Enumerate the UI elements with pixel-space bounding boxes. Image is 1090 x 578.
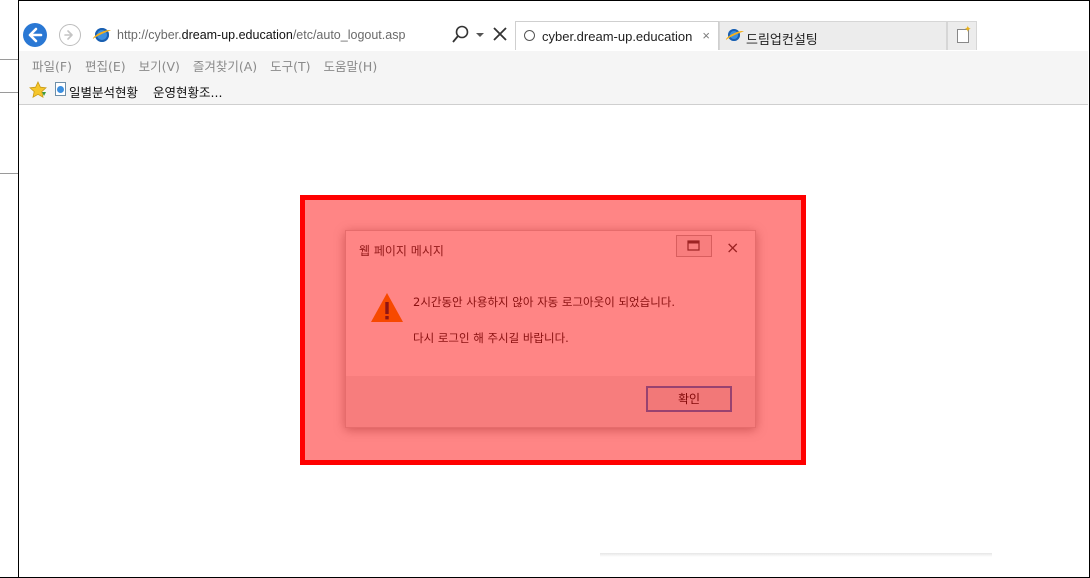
back-button[interactable] bbox=[23, 23, 47, 47]
new-tab-spark-icon: ✦ bbox=[964, 25, 972, 35]
url-host: dream-up.education bbox=[181, 28, 293, 42]
page-shadow bbox=[600, 553, 992, 557]
url-prefix: http://cyber. bbox=[117, 28, 182, 42]
left-panel-line bbox=[0, 59, 18, 60]
left-panel bbox=[0, 0, 19, 578]
left-panel-line bbox=[0, 92, 18, 93]
favorite-item-daily-analysis[interactable]: 일별분석현황 bbox=[69, 82, 138, 101]
left-panel-line bbox=[0, 173, 18, 174]
menu-item-help[interactable]: 도움말(H) bbox=[324, 59, 378, 74]
loading-spinner-icon bbox=[524, 30, 535, 41]
dropdown-icon[interactable] bbox=[475, 24, 485, 46]
favorites-star-icon[interactable] bbox=[28, 80, 48, 100]
tab-label: 드림업컨설팅 bbox=[746, 32, 818, 47]
ie-icon bbox=[95, 28, 109, 42]
ie-icon bbox=[728, 29, 740, 41]
address-bar[interactable]: http://cyber.dream-up.education/etc/auto… bbox=[87, 22, 437, 48]
new-tab-button[interactable]: ✦ bbox=[947, 21, 977, 50]
menu-item-tools[interactable]: 도구(T) bbox=[270, 59, 310, 74]
menu-item-file[interactable]: 파일(F) bbox=[32, 59, 72, 74]
menu-item-edit[interactable]: 편집(E) bbox=[85, 59, 126, 74]
search-icon[interactable] bbox=[451, 24, 471, 46]
favorite-page-icon bbox=[55, 82, 66, 96]
stop-icon[interactable] bbox=[491, 24, 509, 46]
favorites-bar: 일별분석현황 운영현황조... bbox=[19, 77, 1088, 105]
address-url[interactable]: http://cyber.dream-up.education/etc/auto… bbox=[117, 28, 405, 42]
forward-button[interactable] bbox=[59, 24, 81, 46]
favorite-item-operation-status[interactable]: 운영현황조... bbox=[153, 82, 222, 101]
browser-toolbar: http://cyber.dream-up.education/etc/auto… bbox=[19, 1, 1088, 51]
tab-close-icon[interactable]: × bbox=[702, 28, 710, 43]
menu-bar: 파일(F) 편집(E) 보기(V) 즐겨찾기(A) 도구(T) 도움말(H) bbox=[19, 51, 1088, 77]
highlight-overlay bbox=[300, 195, 806, 465]
tab-label: cyber.dream-up.education bbox=[542, 29, 693, 44]
tab-active[interactable]: cyber.dream-up.education × bbox=[515, 21, 719, 50]
menu-item-favorites[interactable]: 즐겨찾기(A) bbox=[193, 59, 257, 74]
forward-arrow-icon bbox=[64, 30, 73, 40]
url-path: /etc/auto_logout.asp bbox=[292, 28, 406, 42]
tab-inactive[interactable]: 드림업컨설팅 bbox=[719, 21, 947, 50]
menu-item-view[interactable]: 보기(V) bbox=[139, 59, 180, 74]
back-arrow-icon bbox=[28, 27, 43, 43]
